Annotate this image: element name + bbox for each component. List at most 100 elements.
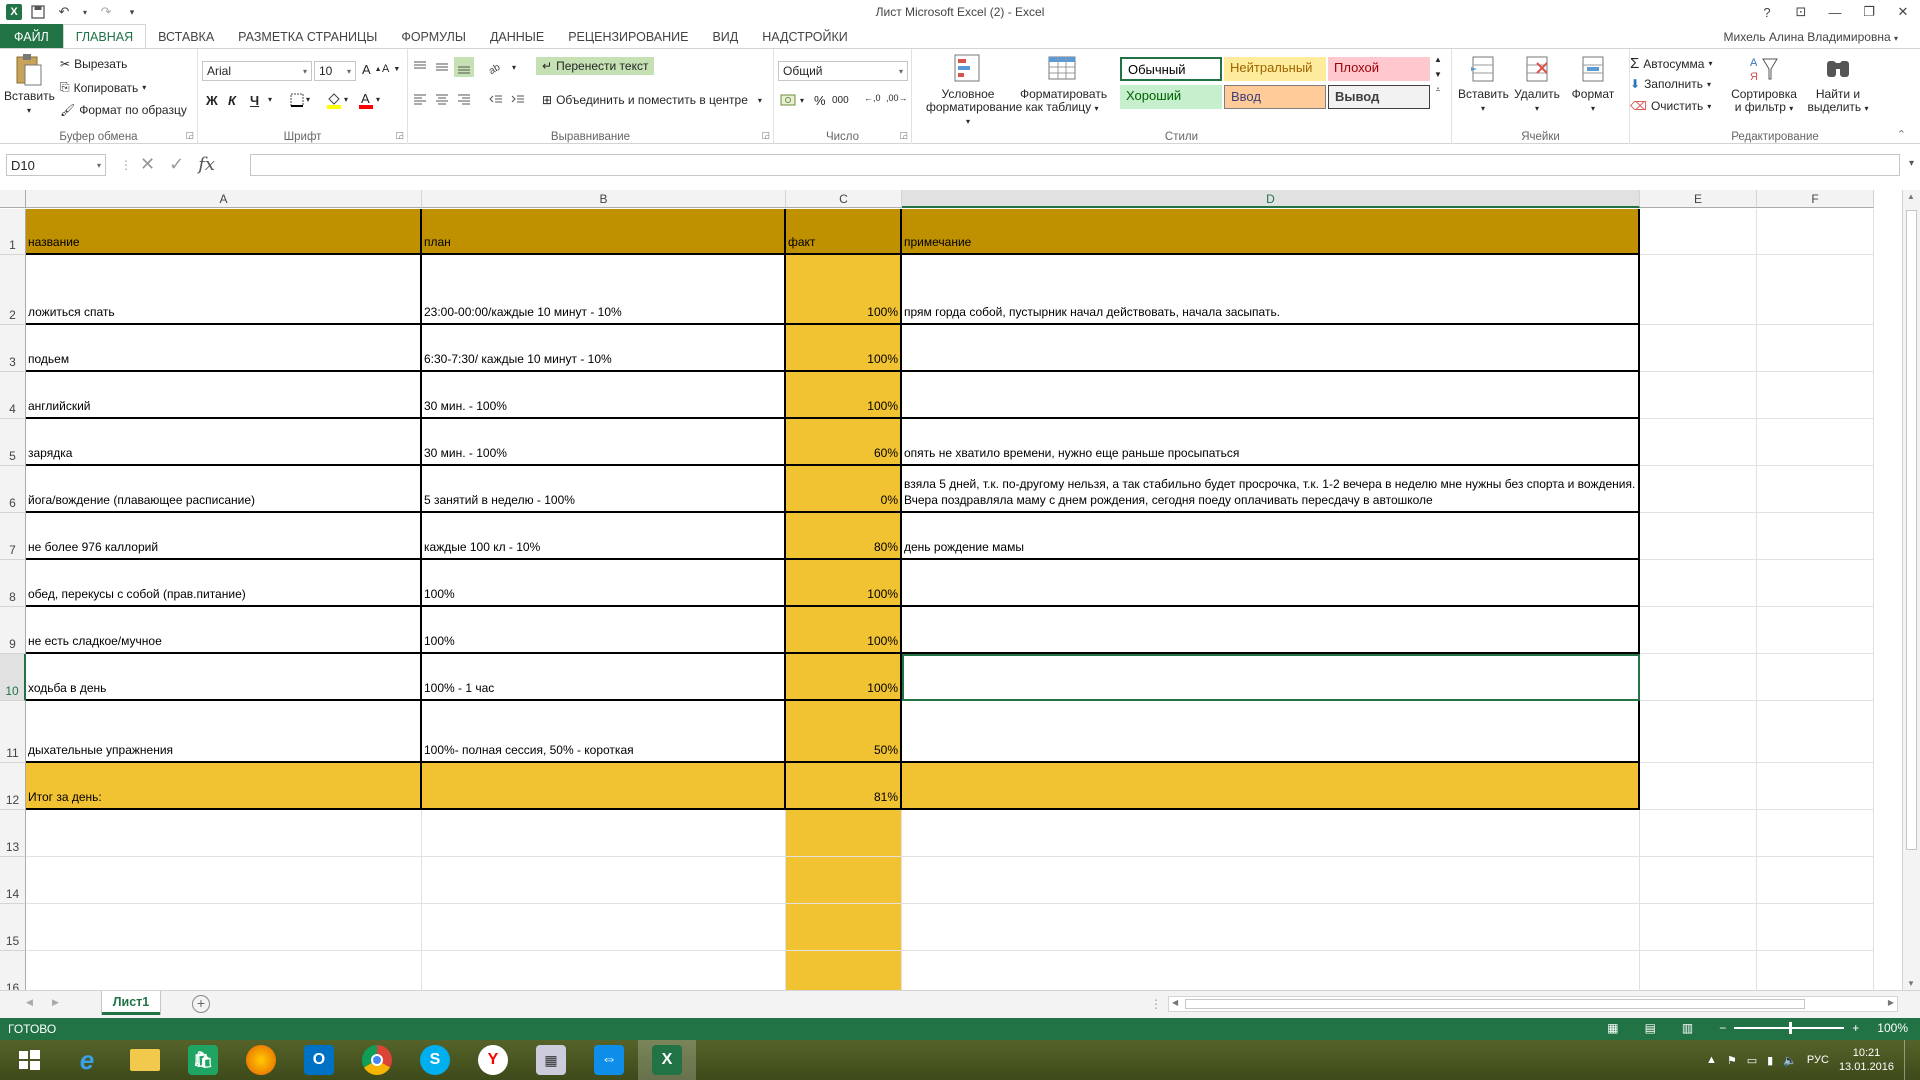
show-hidden-icons-icon[interactable]: ▲ <box>1706 1054 1717 1066</box>
cell-d6[interactable]: взяла 5 дней, т.к. по-другому нельзя, а … <box>902 466 1640 513</box>
tab-review[interactable]: РЕЦЕНЗИРОВАНИЕ <box>556 24 700 49</box>
restore-icon[interactable]: ❐ <box>1852 0 1886 24</box>
cell-f11[interactable] <box>1757 701 1874 763</box>
page-layout-view-icon[interactable]: ▤ <box>1645 1021 1656 1035</box>
paste-button[interactable]: Вставить ▾ <box>4 53 55 117</box>
cell-c15[interactable] <box>786 904 902 951</box>
scroll-left-icon[interactable]: ◀ <box>1172 998 1178 1007</box>
tab-view[interactable]: ВИД <box>700 24 750 49</box>
cell-b16[interactable] <box>422 951 786 990</box>
cell-f6[interactable] <box>1757 466 1874 513</box>
find-select-button[interactable]: Найти и выделить ▾ <box>1802 53 1874 115</box>
cell-c16[interactable] <box>786 951 902 990</box>
orientation-icon[interactable]: ab ▾ <box>488 59 516 75</box>
horizontal-scrollbar[interactable]: ◀ ▶ <box>1168 996 1898 1012</box>
taskbar-skype[interactable]: S <box>406 1040 464 1080</box>
sheet-tab-active[interactable]: Лист1 <box>102 991 160 1015</box>
currency-icon[interactable]: ▾ <box>780 93 804 107</box>
row-header-1[interactable]: 1 <box>0 209 26 255</box>
cell-d11[interactable] <box>902 701 1640 763</box>
tab-addins[interactable]: НАДСТРОЙКИ <box>750 24 860 49</box>
cell-a15[interactable] <box>26 904 422 951</box>
vertical-scrollbar[interactable]: ▲ ▼ <box>1902 190 1920 990</box>
cell-f13[interactable] <box>1757 810 1874 857</box>
customize-qat-icon[interactable]: ▾ <box>122 3 142 21</box>
cell-e9[interactable] <box>1640 607 1757 654</box>
cell-d10[interactable] <box>902 654 1640 701</box>
dialog-launcher-icon[interactable]: ◲ <box>899 130 908 141</box>
zoom-level[interactable]: 100% <box>1877 1021 1908 1035</box>
cell-e14[interactable] <box>1640 857 1757 904</box>
tab-data[interactable]: ДАННЫЕ <box>478 24 556 49</box>
prev-sheet-icon[interactable]: ◀ <box>26 997 33 1008</box>
cell-c1[interactable]: факт <box>786 209 902 255</box>
clear-button[interactable]: ⌫ Очистить ▾ <box>1630 99 1711 113</box>
taskbar-firefox[interactable] <box>232 1040 290 1080</box>
row-header-2[interactable]: 2 <box>0 255 26 325</box>
taskbar-outlook[interactable]: O <box>290 1040 348 1080</box>
font-name-select[interactable]: Arial ▾ <box>202 61 312 81</box>
format-cells-button[interactable]: Формат ▾ <box>1568 53 1618 115</box>
cell-b3[interactable]: 6:30-7:30/ каждые 10 минут - 10% <box>422 325 786 372</box>
dialog-launcher-icon[interactable]: ◲ <box>185 130 194 141</box>
tab-home[interactable]: ГЛАВНАЯ <box>62 24 147 49</box>
tab-insert[interactable]: ВСТАВКА <box>146 24 226 49</box>
cell-d1[interactable]: примечание <box>902 209 1640 255</box>
cancel-icon[interactable]: ✕ <box>140 154 155 175</box>
cell-f3[interactable] <box>1757 325 1874 372</box>
tab-page-layout[interactable]: РАЗМЕТКА СТРАНИЦЫ <box>226 24 389 49</box>
cell-d5[interactable]: опять не хватило времени, нужно еще рань… <box>902 419 1640 466</box>
cell-d15[interactable] <box>902 904 1640 951</box>
formula-bar-resize-handle[interactable]: ⋮ <box>120 158 132 172</box>
increase-decimal-icon[interactable]: ←,0 <box>864 93 881 103</box>
row-header-10[interactable]: 10 <box>0 654 26 701</box>
underline-dropdown-icon[interactable]: ▾ <box>268 95 272 104</box>
row-header-16[interactable]: 16 <box>0 951 26 990</box>
taskbar-store[interactable]: 🛍 <box>174 1040 232 1080</box>
show-desktop-button[interactable] <box>1904 1040 1914 1080</box>
style-good[interactable]: Хороший <box>1120 85 1222 109</box>
taskbar-excel[interactable]: X <box>638 1040 696 1080</box>
cell-e3[interactable] <box>1640 325 1757 372</box>
tab-formulas[interactable]: ФОРМУЛЫ <box>389 24 478 49</box>
cell-f9[interactable] <box>1757 607 1874 654</box>
add-sheet-icon[interactable]: + <box>192 995 210 1013</box>
align-right-icon[interactable] <box>456 91 472 107</box>
borders-dropdown-icon[interactable]: ▾ <box>306 95 310 104</box>
enter-icon[interactable]: ✓ <box>169 154 184 175</box>
increase-indent-icon[interactable] <box>510 91 526 107</box>
align-left-icon[interactable] <box>412 91 428 107</box>
fill-button[interactable]: ⬇ Заполнить ▾ <box>1630 77 1711 91</box>
tab-file[interactable]: ФАЙЛ <box>0 24 63 49</box>
cell-f7[interactable] <box>1757 513 1874 560</box>
cell-b15[interactable] <box>422 904 786 951</box>
insert-cells-button[interactable]: Вставить ▾ <box>1458 53 1509 115</box>
cell-c7[interactable]: 80% <box>786 513 902 560</box>
cell-f2[interactable] <box>1757 255 1874 325</box>
cell-f15[interactable] <box>1757 904 1874 951</box>
cell-b13[interactable] <box>422 810 786 857</box>
cell-e16[interactable] <box>1640 951 1757 990</box>
start-button[interactable] <box>0 1040 58 1080</box>
cell-a12[interactable]: Итог за день: <box>26 763 422 810</box>
vertical-scroll-thumb[interactable] <box>1906 210 1917 850</box>
cell-d14[interactable] <box>902 857 1640 904</box>
help-icon[interactable]: ? <box>1750 0 1784 24</box>
worksheet-grid[interactable]: ABCDEF 1 2 3 4 5 6 7 8 9 10 11 12 13 14 15 16 название п… <box>0 190 1902 990</box>
conditional-formatting-button[interactable]: Условное форматирование ▾ <box>926 53 1022 128</box>
cell-b1[interactable]: план <box>422 209 786 255</box>
autosum-button[interactable]: Σ Автосумма ▾ <box>1630 55 1713 72</box>
cell-c14[interactable] <box>786 857 902 904</box>
horizontal-scroll-thumb[interactable] <box>1185 999 1805 1009</box>
row-header-15[interactable]: 15 <box>0 904 26 951</box>
align-top-icon[interactable] <box>412 59 428 75</box>
sort-filter-button[interactable]: АЯ Сортировка и фильтр ▾ <box>1728 53 1800 115</box>
cell-a4[interactable]: английский <box>26 372 422 419</box>
cell-b14[interactable] <box>422 857 786 904</box>
ribbon-display-options-icon[interactable]: ⊡ <box>1784 0 1818 24</box>
cell-b12[interactable] <box>422 763 786 810</box>
volume-icon[interactable]: 🔈 <box>1783 1054 1797 1067</box>
cell-d12[interactable] <box>902 763 1640 810</box>
device-icon[interactable]: ▭ <box>1747 1054 1757 1067</box>
network-icon[interactable]: ▮ <box>1767 1054 1773 1067</box>
